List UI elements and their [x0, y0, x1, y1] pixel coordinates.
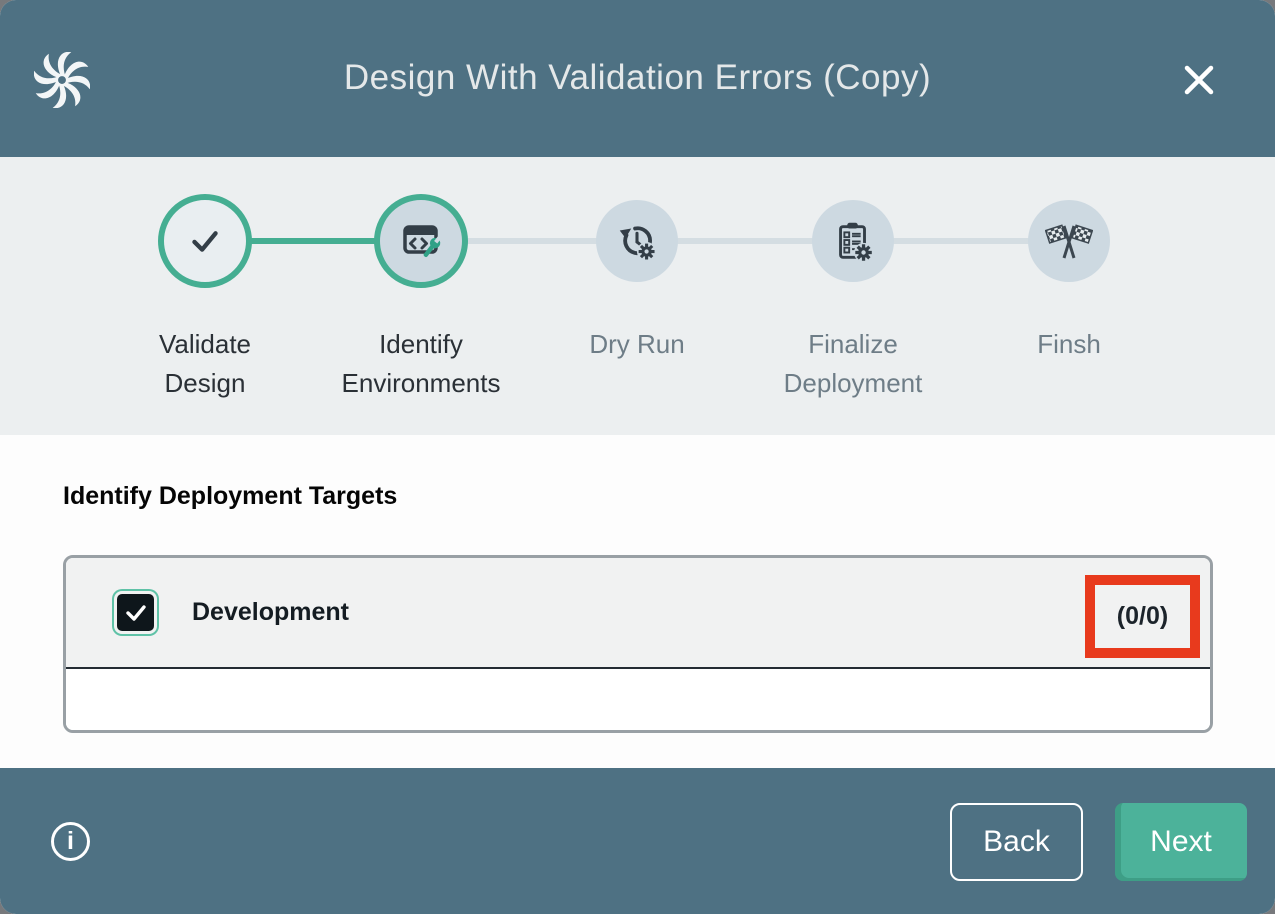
step-identify-environments[interactable] — [374, 194, 468, 288]
deployment-wizard-dialog: Design With Validation Errors (Copy) — [0, 0, 1275, 914]
step-label-identify-environments: Identify Environments — [313, 325, 529, 403]
history-gear-icon — [614, 218, 660, 264]
dialog-title: Design With Validation Errors (Copy) — [0, 58, 1275, 98]
deployment-targets-panel: Development (0/0) — [63, 555, 1213, 733]
wizard-stepper: Validate Design Identify Environments Dr… — [0, 157, 1275, 435]
code-window-wrench-icon — [397, 217, 445, 265]
step-dry-run[interactable] — [596, 200, 678, 282]
info-icon[interactable]: i — [51, 822, 90, 861]
dialog-header: Design With Validation Errors (Copy) — [0, 0, 1275, 157]
step-finish[interactable] — [1028, 200, 1110, 282]
step-label-finish: Finsh — [961, 325, 1177, 364]
target-count: (0/0) — [1117, 602, 1168, 631]
step-label-dry-run: Dry Run — [529, 325, 745, 364]
step-validate-design[interactable] — [158, 194, 252, 288]
checkmark-icon — [182, 218, 228, 264]
back-button[interactable]: Back — [950, 803, 1083, 881]
clipboard-gear-icon — [830, 218, 876, 264]
target-row-development[interactable]: Development (0/0) — [66, 558, 1210, 669]
dialog-footer: i Back Next — [0, 768, 1275, 914]
wizard-body: Identify Deployment Targets Development … — [0, 435, 1275, 768]
red-annotation-box: (0/0) — [1085, 575, 1200, 658]
page-title: Identify Deployment Targets — [63, 482, 397, 511]
step-finalize-deployment[interactable] — [812, 200, 894, 282]
next-button[interactable]: Next — [1115, 803, 1247, 881]
step-label-validate-design: Validate Design — [97, 325, 313, 403]
development-checkbox[interactable] — [117, 594, 154, 631]
checkered-flags-icon — [1045, 217, 1093, 265]
target-name: Development — [192, 598, 349, 627]
close-icon[interactable] — [1177, 58, 1221, 102]
step-label-finalize-deployment: Finalize Deployment — [745, 325, 961, 403]
empty-target-row — [66, 669, 1210, 731]
check-icon — [123, 600, 149, 626]
